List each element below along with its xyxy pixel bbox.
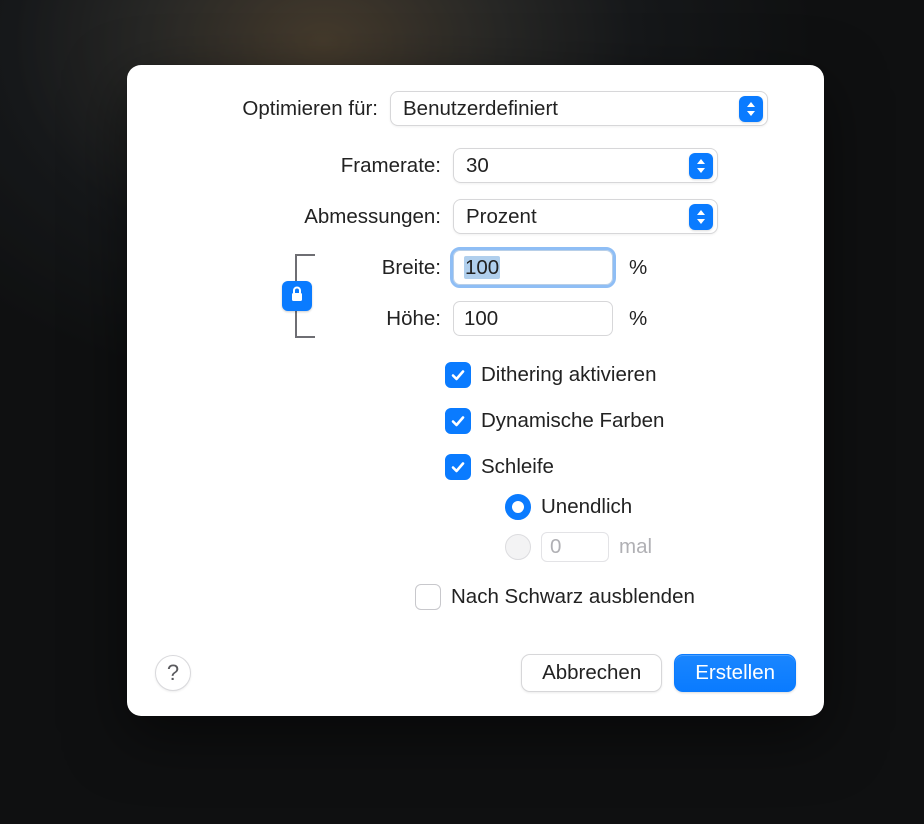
loop-infinite-label: Unendlich (541, 495, 632, 519)
fade-to-black-label: Nach Schwarz ausblenden (451, 585, 695, 609)
optimize-popup[interactable]: Benutzerdefiniert (390, 91, 768, 126)
fade-to-black-row: Nach Schwarz ausblenden (415, 584, 796, 610)
loop-times-input[interactable]: 0 (541, 532, 609, 562)
framerate-label: Framerate: (155, 154, 453, 178)
lock-icon (290, 284, 304, 308)
export-settings-dialog: Optimieren für: Benutzerdefiniert Framer… (127, 65, 824, 716)
size-block: Breite: 100 % Höhe: 100 % (155, 250, 796, 336)
aspect-lock-group (285, 250, 325, 342)
loop-label: Schleife (481, 455, 554, 479)
chevron-up-down-icon (739, 96, 763, 122)
framerate-popup[interactable]: 30 (453, 148, 718, 183)
cancel-label: Abbrechen (542, 661, 641, 685)
loop-times-suffix: mal (619, 535, 652, 559)
help-icon: ? (167, 660, 179, 686)
loop-infinite-radio[interactable] (505, 494, 531, 520)
optimize-row: Optimieren für: Benutzerdefiniert (155, 91, 796, 126)
loop-times-row: 0 mal (505, 532, 796, 562)
dithering-row: Dithering aktivieren (445, 362, 796, 388)
optimize-value: Benutzerdefiniert (403, 97, 558, 121)
dimensions-popup[interactable]: Prozent (453, 199, 718, 234)
cancel-button[interactable]: Abbrechen (521, 654, 662, 692)
height-value: 100 (464, 307, 498, 330)
loop-times-radio[interactable] (505, 534, 531, 560)
width-unit: % (629, 256, 647, 280)
chevron-up-down-icon (689, 204, 713, 230)
width-value: 100 (464, 256, 500, 279)
options-group: Dithering aktivieren Dynamische Farben S… (155, 362, 796, 480)
aspect-lock-button[interactable] (282, 281, 312, 311)
dithering-checkbox[interactable] (445, 362, 471, 388)
dynamic-colors-label: Dynamische Farben (481, 409, 664, 433)
framerate-value: 30 (466, 154, 489, 178)
chevron-up-down-icon (689, 153, 713, 179)
loop-mode-group: Unendlich 0 mal (505, 494, 796, 562)
optimize-label: Optimieren für: (155, 97, 390, 121)
loop-checkbox[interactable] (445, 454, 471, 480)
width-input[interactable]: 100 (453, 250, 613, 285)
help-button[interactable]: ? (155, 655, 191, 691)
height-input[interactable]: 100 (453, 301, 613, 336)
create-label: Erstellen (695, 661, 775, 685)
dithering-label: Dithering aktivieren (481, 363, 656, 387)
dynamic-colors-row: Dynamische Farben (445, 408, 796, 434)
loop-row: Schleife (445, 454, 796, 480)
fade-to-black-checkbox[interactable] (415, 584, 441, 610)
dimensions-label: Abmessungen: (155, 205, 453, 229)
width-row: Breite: 100 % (155, 250, 796, 285)
dimensions-value: Prozent (466, 205, 537, 229)
dimensions-row: Abmessungen: Prozent (155, 199, 796, 234)
height-row: Höhe: 100 % (155, 301, 796, 336)
framerate-row: Framerate: 30 (155, 148, 796, 183)
dynamic-colors-checkbox[interactable] (445, 408, 471, 434)
loop-infinite-row: Unendlich (505, 494, 796, 520)
height-unit: % (629, 307, 647, 331)
loop-times-value: 0 (550, 535, 561, 559)
dialog-footer: ? Abbrechen Erstellen (155, 654, 796, 692)
create-button[interactable]: Erstellen (674, 654, 796, 692)
